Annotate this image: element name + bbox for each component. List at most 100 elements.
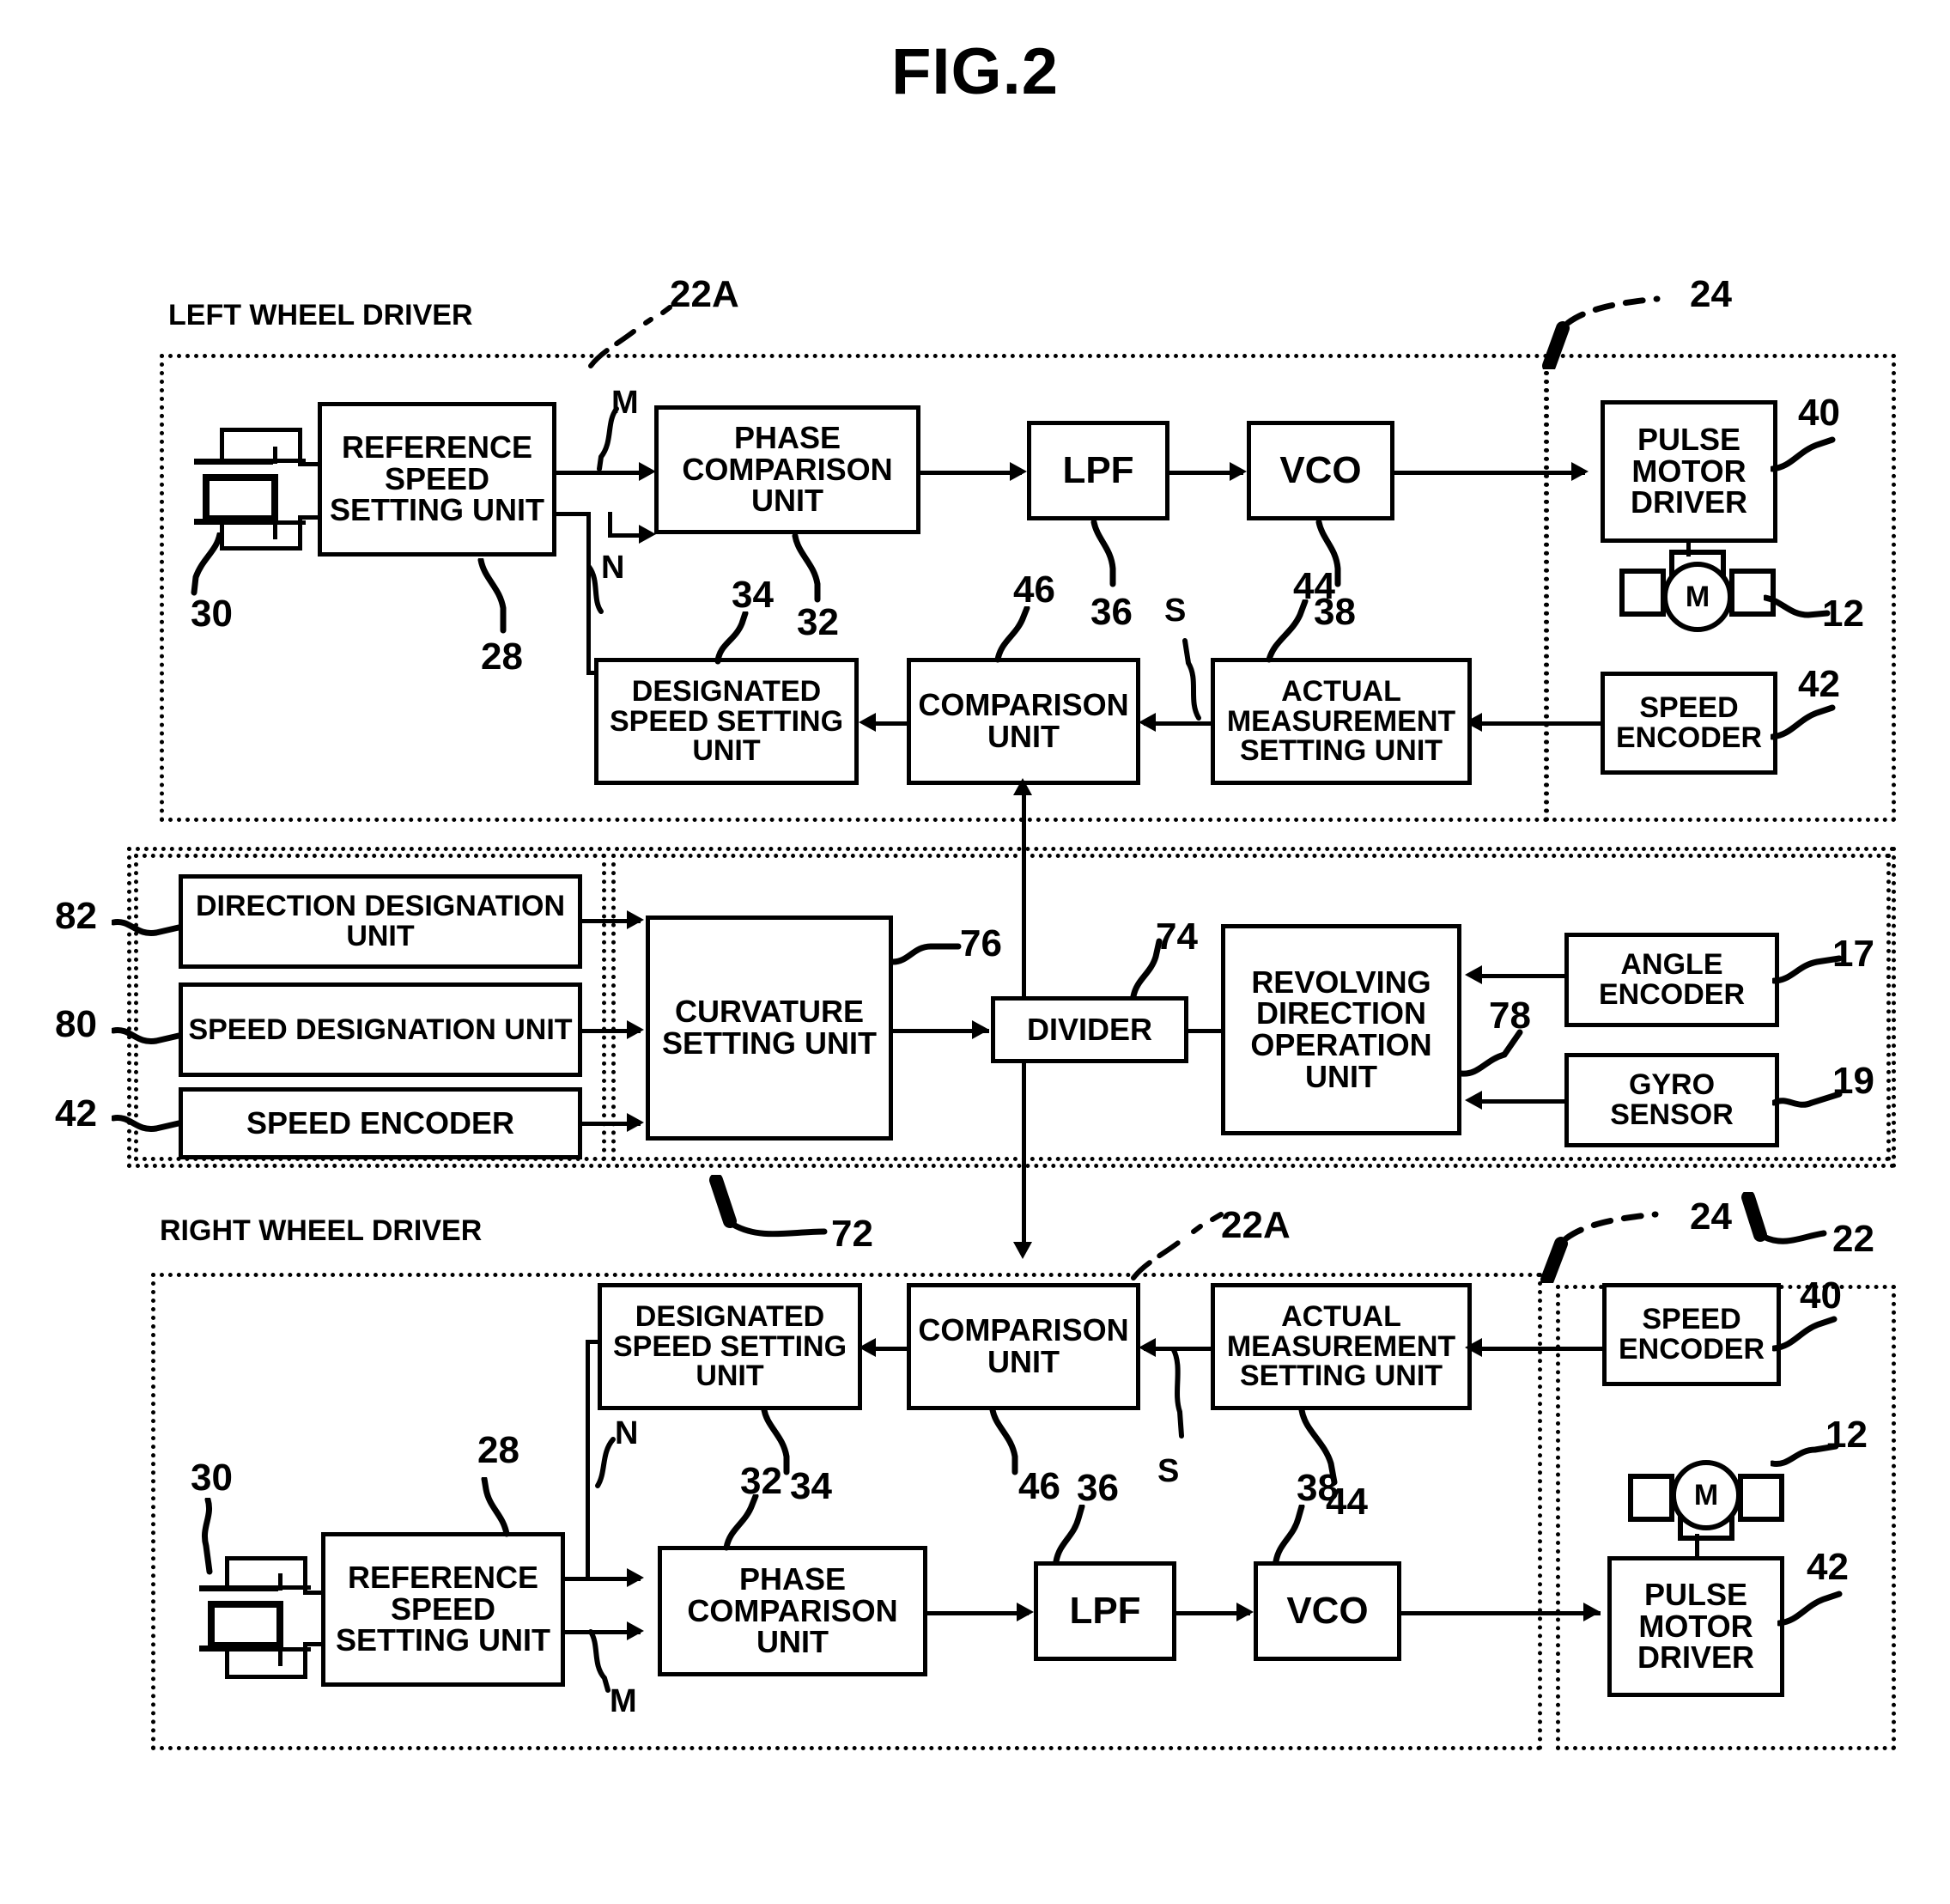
signal-m-bottom: M bbox=[610, 1683, 637, 1719]
ref-34-bottom: 34 bbox=[790, 1465, 832, 1507]
ref-80: 80 bbox=[55, 1003, 97, 1045]
ref-22a-top: 22A bbox=[670, 273, 739, 315]
designated-speed-setting-unit-bottom[interactable]: DESIGNATED SPEED SETTING UNIT bbox=[598, 1283, 862, 1410]
vco-block-bottom[interactable]: VCO bbox=[1254, 1561, 1401, 1661]
speed-encoder-top[interactable]: SPEED ENCODER bbox=[1601, 672, 1777, 775]
speed-designation-unit[interactable]: SPEED DESIGNATION UNIT bbox=[179, 982, 582, 1077]
signal-s-bottom: S bbox=[1157, 1453, 1180, 1489]
curvature-setting-unit-label: CURVATURE SETTING UNIT bbox=[662, 994, 877, 1061]
pulse-motor-driver-top[interactable]: PULSE MOTOR DRIVER bbox=[1601, 400, 1777, 543]
ref-12-top: 12 bbox=[1822, 593, 1864, 635]
direction-designation-unit-label: DIRECTION DESIGNATION UNIT bbox=[195, 890, 566, 952]
reference-speed-setting-unit-top[interactable]: REFERENCE SPEED SETTING UNIT bbox=[318, 402, 556, 557]
ref-36-top: 36 bbox=[1090, 591, 1133, 633]
ref-34-top: 34 bbox=[732, 574, 774, 616]
actual-measurement-setting-unit-bottom[interactable]: ACTUAL MEASUREMENT SETTING UNIT bbox=[1211, 1283, 1472, 1410]
curvature-setting-unit[interactable]: CURVATURE SETTING UNIT bbox=[646, 916, 893, 1141]
designated-speed-setting-unit-top[interactable]: DESIGNATED SPEED SETTING UNIT bbox=[594, 658, 859, 785]
ref-82: 82 bbox=[55, 895, 97, 937]
phase-comparison-unit-bottom-label: PHASE COMPARISON UNIT bbox=[687, 1560, 898, 1660]
figure-title: FIG.2 bbox=[890, 35, 1060, 108]
ref-32-bottom: 32 bbox=[740, 1460, 782, 1502]
phase-comparison-unit-top[interactable]: PHASE COMPARISON UNIT bbox=[654, 405, 920, 534]
speed-encoder-bottom[interactable]: SPEED ENCODER bbox=[1602, 1283, 1781, 1386]
ref-24-bottom: 24 bbox=[1690, 1195, 1732, 1238]
speed-encoder-top-label: SPEED ENCODER bbox=[1615, 691, 1763, 754]
reference-speed-setting-unit-bottom-label: REFERENCE SPEED SETTING UNIT bbox=[336, 1559, 550, 1658]
phase-comparison-unit-bottom[interactable]: PHASE COMPARISON UNIT bbox=[658, 1546, 927, 1676]
angle-encoder[interactable]: ANGLE ENCODER bbox=[1564, 933, 1779, 1027]
vco-block-bottom-label: VCO bbox=[1286, 1589, 1369, 1632]
leader-24-bottom bbox=[1540, 1211, 1659, 1283]
ref-32-top: 32 bbox=[797, 601, 839, 643]
ref-28-bottom: 28 bbox=[477, 1429, 519, 1471]
designated-speed-setting-unit-top-label: DESIGNATED SPEED SETTING UNIT bbox=[609, 674, 844, 768]
ref-76: 76 bbox=[960, 922, 1002, 964]
comparison-unit-bottom-label: COMPARISON UNIT bbox=[918, 1312, 1129, 1379]
oscillator-symbol-bottom bbox=[196, 1573, 311, 1668]
speed-encoder-middle-label: SPEED ENCODER bbox=[246, 1104, 515, 1141]
vco-block-top-label: VCO bbox=[1279, 448, 1362, 491]
phase-comparison-unit-top-label: PHASE COMPARISON UNIT bbox=[682, 419, 893, 519]
ref-17: 17 bbox=[1832, 933, 1874, 975]
ref-72: 72 bbox=[831, 1213, 873, 1255]
ref-30-top: 30 bbox=[191, 593, 233, 635]
pulse-motor-driver-bottom[interactable]: PULSE MOTOR DRIVER bbox=[1607, 1556, 1784, 1697]
right-wheel-driver-caption: RIGHT WHEEL DRIVER bbox=[160, 1214, 483, 1247]
ref-44-top: 44 bbox=[1293, 565, 1335, 607]
ref-42-middle: 42 bbox=[55, 1092, 97, 1134]
comparison-unit-top-label: COMPARISON UNIT bbox=[918, 687, 1129, 754]
comparison-unit-bottom[interactable]: COMPARISON UNIT bbox=[907, 1283, 1140, 1410]
ref-36-bottom: 36 bbox=[1077, 1467, 1119, 1509]
actual-measurement-setting-unit-bottom-label: ACTUAL MEASUREMENT SETTING UNIT bbox=[1226, 1299, 1456, 1393]
vco-block-top[interactable]: VCO bbox=[1247, 421, 1394, 520]
direction-designation-unit[interactable]: DIRECTION DESIGNATION UNIT bbox=[179, 874, 582, 969]
divider-block[interactable]: DIVIDER bbox=[991, 996, 1188, 1063]
designated-speed-setting-unit-bottom-label: DESIGNATED SPEED SETTING UNIT bbox=[612, 1299, 847, 1393]
pulse-motor-driver-top-label: PULSE MOTOR DRIVER bbox=[1630, 421, 1748, 520]
divider-block-label: DIVIDER bbox=[1026, 1011, 1153, 1047]
angle-encoder-label: ANGLE ENCODER bbox=[1598, 948, 1746, 1011]
ref-46-bottom: 46 bbox=[1018, 1465, 1060, 1507]
actual-measurement-setting-unit-top[interactable]: ACTUAL MEASUREMENT SETTING UNIT bbox=[1211, 658, 1472, 785]
lpf-block-bottom-label: LPF bbox=[1069, 1589, 1141, 1632]
ref-38-bottom: 38 bbox=[1297, 1467, 1339, 1509]
comparison-unit-top[interactable]: COMPARISON UNIT bbox=[907, 658, 1140, 785]
speed-encoder-middle[interactable]: SPEED ENCODER bbox=[179, 1087, 582, 1159]
ref-19: 19 bbox=[1832, 1060, 1874, 1102]
ref-74: 74 bbox=[1156, 916, 1198, 958]
lpf-block-top[interactable]: LPF bbox=[1027, 421, 1169, 520]
revolving-direction-operation-unit[interactable]: REVOLVING DIRECTION OPERATION UNIT bbox=[1221, 924, 1461, 1135]
signal-s-top: S bbox=[1164, 593, 1187, 629]
ref-78: 78 bbox=[1489, 995, 1531, 1037]
ref-22: 22 bbox=[1832, 1218, 1874, 1260]
signal-n-top: N bbox=[601, 550, 625, 586]
reference-speed-setting-unit-bottom[interactable]: REFERENCE SPEED SETTING UNIT bbox=[321, 1532, 565, 1687]
speed-encoder-bottom-label: SPEED ENCODER bbox=[1618, 1303, 1765, 1366]
ref-28-top: 28 bbox=[481, 636, 523, 678]
ref-42-bottom: 42 bbox=[1807, 1546, 1849, 1588]
motor-symbol-top: M bbox=[1619, 550, 1776, 644]
lpf-block-bottom[interactable]: LPF bbox=[1034, 1561, 1176, 1661]
ref-40-top: 40 bbox=[1798, 392, 1840, 434]
ref-30-bottom: 30 bbox=[191, 1457, 233, 1499]
signal-m-top: M bbox=[611, 385, 639, 421]
ref-42-top: 42 bbox=[1798, 663, 1840, 705]
ref-40-bottom: 40 bbox=[1800, 1274, 1842, 1317]
ref-22a-bottom: 22A bbox=[1221, 1204, 1291, 1246]
motor-symbol-bottom: M bbox=[1628, 1448, 1784, 1542]
gyro-sensor[interactable]: GYRO SENSOR bbox=[1564, 1053, 1779, 1147]
signal-n-bottom: N bbox=[615, 1415, 639, 1451]
speed-designation-unit-label: SPEED DESIGNATION UNIT bbox=[188, 1013, 573, 1046]
lpf-block-top-label: LPF bbox=[1062, 448, 1134, 491]
revolving-direction-operation-unit-label: REVOLVING DIRECTION OPERATION UNIT bbox=[1250, 964, 1432, 1094]
figure-canvas: FIG.2 LEFT WHEEL DRIVER 22A 24 30 REFERE… bbox=[0, 0, 1950, 1904]
ref-46-top: 46 bbox=[1013, 569, 1055, 611]
actual-measurement-setting-unit-top-label: ACTUAL MEASUREMENT SETTING UNIT bbox=[1226, 674, 1456, 768]
gyro-sensor-label: GYRO SENSOR bbox=[1610, 1068, 1734, 1131]
ref-12-bottom: 12 bbox=[1825, 1414, 1868, 1456]
ref-24-top: 24 bbox=[1690, 273, 1732, 315]
reference-speed-setting-unit-top-label: REFERENCE SPEED SETTING UNIT bbox=[330, 429, 544, 528]
left-wheel-driver-caption: LEFT WHEEL DRIVER bbox=[168, 299, 473, 332]
oscillator-symbol-top bbox=[191, 447, 306, 541]
